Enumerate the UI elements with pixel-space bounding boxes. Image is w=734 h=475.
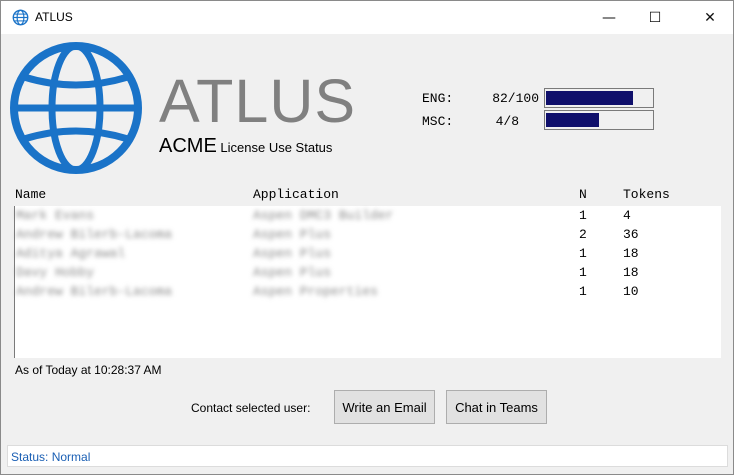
cell-application: Aspen Plus (253, 265, 332, 280)
status-text: Status: Normal (11, 450, 91, 464)
gauge-label-msc: MSC: (422, 114, 454, 129)
cell-n: 1 (579, 265, 587, 280)
cell-name: Andrew Bilerb-Lacoma (16, 284, 173, 299)
maximize-button[interactable]: ☐ (632, 1, 678, 34)
cell-tokens: 36 (623, 227, 639, 242)
write-email-button[interactable]: Write an Email (334, 390, 435, 424)
column-header-application[interactable]: Application (253, 187, 339, 202)
cell-n: 1 (579, 246, 587, 261)
column-header-name[interactable]: Name (15, 187, 46, 202)
cell-name: Mark Evans (16, 208, 95, 223)
cell-tokens: 18 (623, 246, 639, 261)
logo-company: ACME (159, 135, 217, 157)
close-button[interactable]: ✕ (687, 1, 733, 34)
globe-icon (12, 9, 29, 26)
cell-name: Andrew Bilerb-Lacoma (16, 227, 173, 242)
chat-in-teams-button[interactable]: Chat in Teams (446, 390, 547, 424)
cell-n: 1 (579, 208, 587, 223)
cell-tokens: 4 (623, 208, 631, 223)
status-bar: Status: Normal (7, 445, 728, 467)
table-row[interactable]: Aditya Agrawal Aspen Plus 1 18 (15, 244, 721, 263)
cell-n: 1 (579, 284, 587, 299)
contact-label: Contact selected user: (191, 401, 311, 415)
cell-application: Aspen DMC3 Builder (253, 208, 394, 223)
column-header-tokens[interactable]: Tokens (623, 187, 670, 202)
logo-tagline: License Use Status (216, 140, 333, 155)
gauge-value-msc: 4/8 (495, 114, 519, 129)
gauge-bar-eng (544, 88, 654, 108)
license-usage-list[interactable]: Mark Evans Aspen DMC3 Builder 1 4 Andrew… (14, 206, 721, 358)
logo-title: ATLUS (159, 67, 357, 135)
window-title: ATLUS (35, 10, 73, 24)
logo-subtitle: ACME License Use Status (159, 136, 332, 156)
gauge-value-eng: 82/100 (492, 91, 539, 106)
column-header-n[interactable]: N (579, 187, 587, 202)
cell-tokens: 18 (623, 265, 639, 280)
main-window: ATLUS — ☐ ✕ ATLUS ACME License Use Statu… (0, 0, 734, 475)
title-bar: ATLUS — ☐ ✕ (1, 1, 733, 34)
last-updated-text: As of Today at 10:28:37 AM (15, 363, 162, 377)
table-row[interactable]: Mark Evans Aspen DMC3 Builder 1 4 (15, 206, 721, 225)
cell-application: Aspen Plus (253, 246, 332, 261)
gauge-fill-msc (546, 113, 599, 127)
cell-tokens: 10 (623, 284, 639, 299)
cell-name: Aditya Agrawal (16, 246, 126, 261)
gauge-label-eng: ENG: (422, 91, 454, 106)
globe-logo-icon (10, 42, 142, 174)
cell-application: Aspen Plus (253, 227, 332, 242)
table-row[interactable]: Davy Hobby Aspen Plus 1 18 (15, 263, 721, 282)
cell-name: Davy Hobby (16, 265, 95, 280)
gauge-bar-msc (544, 110, 654, 130)
table-row[interactable]: Andrew Bilerb-Lacoma Aspen Plus 2 36 (15, 225, 721, 244)
cell-application: Aspen Properties (253, 284, 378, 299)
minimize-button[interactable]: — (586, 1, 632, 34)
cell-n: 2 (579, 227, 587, 242)
gauge-fill-eng (546, 91, 633, 105)
table-row[interactable]: Andrew Bilerb-Lacoma Aspen Properties 1 … (15, 282, 721, 301)
